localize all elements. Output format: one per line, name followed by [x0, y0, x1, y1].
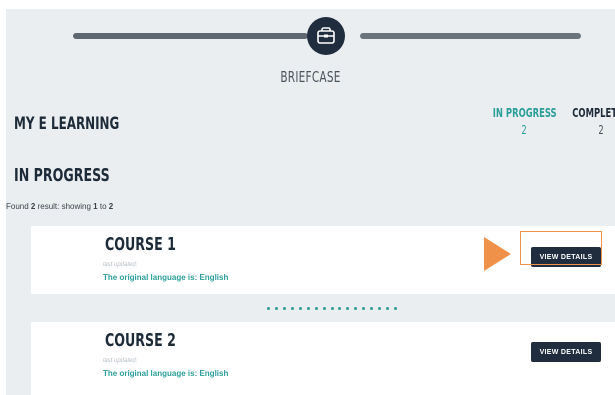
elearning-page: BRIEFCASE MY E LEARNING IN PROGRESS 2 CO… — [6, 9, 615, 395]
course-last-updated: last updated: — [103, 262, 138, 268]
stat-completed[interactable]: COMPLETED 2 — [570, 106, 615, 137]
divider-dots — [267, 305, 397, 311]
stat-in-progress[interactable]: IN PROGRESS 2 — [492, 106, 557, 137]
briefcase-glyph — [317, 27, 335, 44]
stat-completed-count: 2 — [598, 123, 604, 137]
course-card: COURSE 1 last updated: The original lang… — [31, 226, 615, 294]
briefcase-label: BRIEFCASE — [280, 68, 341, 86]
stat-in-progress-label: IN PROGRESS — [492, 106, 557, 120]
results-summary: Found 2 result: showing 1 to 2 — [6, 202, 113, 211]
results-middle: result: showing — [35, 202, 94, 211]
section-title: IN PROGRESS — [14, 165, 110, 186]
stat-in-progress-count: 2 — [521, 123, 527, 137]
view-details-button[interactable]: VIEW DETAILS — [531, 342, 601, 362]
pointer-arrow-icon — [484, 237, 511, 271]
results-to: 2 — [108, 202, 114, 211]
results-to-word: to — [97, 202, 109, 211]
stat-completed-label: COMPLETED — [572, 106, 615, 120]
course-language: The original language is: English — [103, 369, 229, 378]
results-prefix: Found — [6, 202, 31, 211]
view-details-button[interactable]: VIEW DETAILS — [531, 247, 601, 267]
course-language: The original language is: English — [103, 273, 229, 282]
course-title[interactable]: COURSE 1 — [105, 234, 176, 255]
progress-line-left — [73, 33, 308, 39]
course-last-updated: last updated: — [103, 358, 138, 364]
course-card: COURSE 2 last updated: The original lang… — [31, 322, 615, 395]
briefcase-icon[interactable] — [307, 17, 345, 55]
page-title: MY E LEARNING — [14, 114, 120, 134]
course-title[interactable]: COURSE 2 — [105, 330, 176, 351]
progress-line-right — [360, 33, 581, 39]
